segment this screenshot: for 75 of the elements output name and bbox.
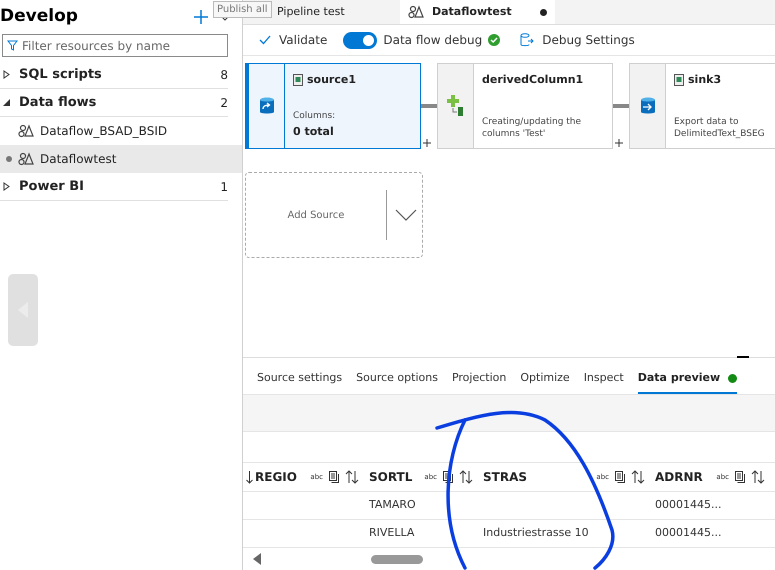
flow-node[interactable]: source1 Columns: 0 total (245, 63, 421, 149)
copy-icon[interactable] (615, 471, 625, 483)
database-icon (640, 97, 656, 115)
document-icon (674, 74, 684, 86)
panel-tab[interactable]: Source settings (257, 364, 342, 394)
column-header[interactable]: STRAS (483, 468, 590, 486)
panel-title: Develop (0, 5, 78, 28)
debug-switch[interactable] (343, 32, 378, 48)
panel-tab[interactable]: Optimize (520, 364, 570, 394)
table-cell: RIVELLA (369, 526, 414, 540)
table-cell: 00001445... (655, 498, 722, 512)
sort-icon[interactable] (751, 470, 765, 484)
sort-icon[interactable] (345, 470, 359, 484)
dataflow-icon (18, 152, 34, 166)
add-step-icon[interactable] (615, 139, 623, 147)
node-detail-label: Columns: (293, 110, 336, 123)
tooltip: Publish all (213, 1, 272, 18)
table-cell: TAMARO (369, 498, 416, 512)
sort-icon[interactable] (631, 470, 645, 484)
tree-item-label: Data flows (19, 94, 96, 112)
plus-icon[interactable] (194, 10, 208, 24)
debug-settings-button[interactable]: Debug Settings (520, 31, 635, 49)
node-title: source1 (307, 72, 356, 88)
tree-item[interactable]: Dataflow_BSAD_BSID (0, 117, 242, 145)
item-count: 8 (220, 66, 228, 84)
flow-node[interactable]: derivedColumn1 Creating/updating the columns 'Test' (437, 63, 613, 149)
node-title: derivedColumn1 (482, 72, 584, 88)
tree-item[interactable]: Power BI 1 (0, 173, 228, 201)
database-icon (258, 97, 274, 115)
scroll-left-icon[interactable] (253, 553, 261, 565)
tree-item[interactable]: Data flows 2 (0, 89, 228, 117)
add-source-button[interactable]: Add Source (245, 172, 423, 258)
node-title: sink3 (688, 72, 722, 88)
document-icon (293, 74, 303, 86)
column-header[interactable]: ADRNR (655, 468, 710, 486)
validate-button[interactable]: Validate (259, 31, 328, 49)
item-count: 2 (220, 94, 228, 112)
filter-field[interactable]: Filter resources by name (2, 34, 228, 57)
collapsed-caret-icon[interactable] (3, 70, 11, 79)
sort-arrow-icon[interactable] (246, 470, 253, 484)
expanded-caret-icon[interactable] (3, 98, 11, 107)
table-cell: 00001445... (655, 526, 722, 540)
tree-item-label: Dataflow_BSAD_BSID (40, 123, 168, 140)
copy-icon[interactable] (443, 471, 453, 483)
collapsed-caret-icon[interactable] (3, 182, 11, 191)
node-detail: Export data to DelimitedText_BSEG (674, 116, 766, 140)
node-detail: Creating/updating the columns 'Test' (482, 116, 582, 140)
debug-label: Data flow debug (383, 32, 482, 49)
editor-tab[interactable]: Dataflowtest (400, 0, 555, 24)
tree-item[interactable]: Dataflowtest (0, 145, 242, 173)
tree-item[interactable]: SQL scripts 8 (0, 61, 228, 89)
tree-item-label: Dataflowtest (40, 151, 116, 168)
node-detail: 0 total (293, 124, 335, 140)
add-step-icon[interactable] (423, 139, 431, 147)
sort-icon[interactable] (459, 470, 473, 484)
derive-icon (446, 95, 464, 117)
panel-tab[interactable]: Inspect (584, 364, 624, 394)
tree-item-label: Power BI (19, 178, 84, 196)
flow-node[interactable]: sink3 Export data to DelimitedText_BSEG (629, 63, 775, 149)
chevron-down-icon (395, 209, 417, 221)
tree-item-label: SQL scripts (19, 66, 102, 84)
panel-tab[interactable]: Projection (452, 364, 506, 394)
column-header[interactable]: REGIO (255, 468, 304, 486)
collapse-handle[interactable] (8, 274, 38, 346)
panel-tab[interactable]: Source options (356, 364, 438, 394)
database-arrow-icon (520, 33, 534, 47)
copy-icon[interactable] (329, 471, 339, 483)
item-count: 1 (220, 178, 228, 196)
column-header[interactable]: SORTL (369, 468, 418, 486)
scrollbar-thumb[interactable] (371, 554, 423, 564)
checkmark-icon (259, 35, 271, 45)
dataflow-icon (18, 124, 34, 138)
copy-icon[interactable] (735, 471, 745, 483)
table-cell: Industriestrasse 10 (483, 526, 589, 540)
filter-icon (7, 40, 18, 51)
